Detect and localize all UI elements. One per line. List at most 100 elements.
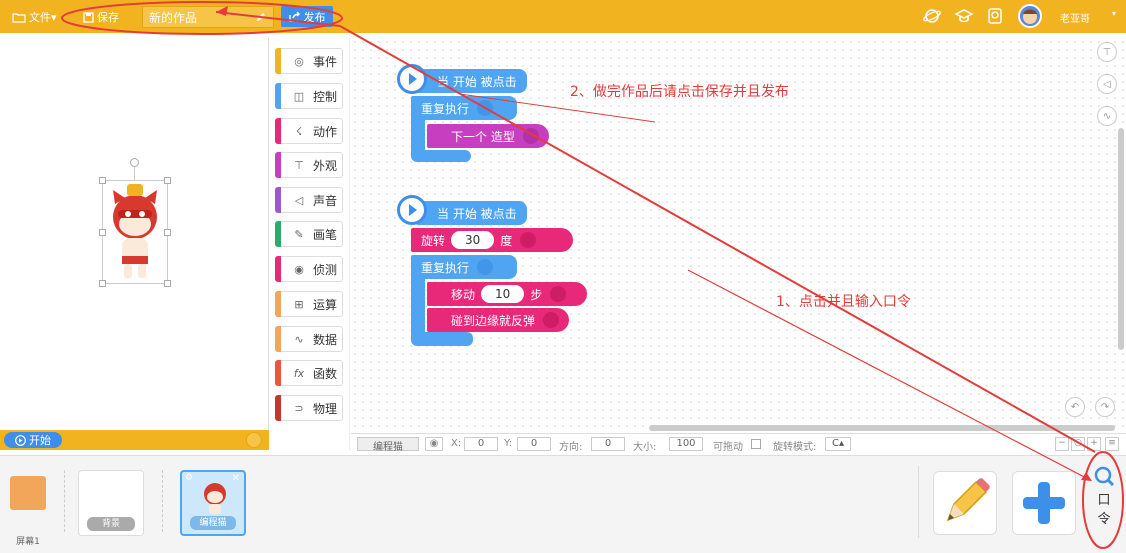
category-pen[interactable]: ✎ 画笔 xyxy=(275,221,343,247)
sprite-thumbnail-icon xyxy=(204,483,226,514)
block-label: 度 xyxy=(500,233,513,248)
next-costume-block[interactable]: 下一个 造型 xyxy=(427,124,549,148)
repeat-forever-block[interactable]: 重复执行 xyxy=(411,96,517,120)
block-label: 下一个 造型 xyxy=(451,129,515,144)
chevron-down-icon[interactable]: ▾ xyxy=(1112,9,1116,18)
draggable-label: 可拖动 xyxy=(713,442,743,453)
bounce-on-edge-block[interactable]: 碰到边缘就反弹 xyxy=(427,308,569,332)
file-menu-label: 文件▾ xyxy=(29,11,57,24)
sound-tab-icon[interactable]: ◁ xyxy=(1097,74,1117,94)
category-operators[interactable]: ⊞ 运算 xyxy=(275,291,343,317)
start-event-icon xyxy=(397,64,427,94)
sprite-delete-icon[interactable]: ✕ xyxy=(232,473,240,484)
sprite-name-field[interactable]: 编程猫 xyxy=(357,437,419,453)
draggable-checkbox[interactable] xyxy=(751,439,761,449)
annotation-save-publish: 2、做完作品后请点击保存并且发布 xyxy=(570,84,789,100)
publish-button[interactable]: 发布 xyxy=(281,6,333,27)
category-data[interactable]: ∿ 数据 xyxy=(275,326,343,352)
shirt-icon: ⊤ xyxy=(294,158,304,172)
category-control[interactable]: ◫ 控制 xyxy=(275,83,343,109)
category-label: 侦测 xyxy=(313,262,338,277)
repeat-forever-block-2[interactable]: 重复执行 xyxy=(411,255,517,279)
stage-panel[interactable] xyxy=(0,38,269,430)
turn-degrees-block[interactable]: 旋转 30 度 xyxy=(411,228,573,252)
when-start-hat-block[interactable]: 当 开始 被点击 xyxy=(411,69,527,93)
size-label: 大小: xyxy=(633,442,657,453)
category-label: 声音 xyxy=(313,193,338,208)
trophy-icon[interactable] xyxy=(985,6,1005,26)
sprite-label: 编程猫 xyxy=(190,516,236,530)
move-steps-block[interactable]: 移动 10 步 xyxy=(427,282,587,306)
category-label: 运算 xyxy=(313,297,338,312)
plus-icon xyxy=(1023,482,1065,524)
project-title-input[interactable]: 新的作品 xyxy=(142,6,274,28)
screen-tile[interactable]: 屏幕1 xyxy=(8,472,48,547)
data-tab-icon[interactable]: ∿ xyxy=(1097,106,1117,126)
graduation-cap-icon[interactable] xyxy=(954,6,974,26)
menu-icon[interactable]: ≡ xyxy=(1105,437,1119,451)
zoom-out-icon[interactable]: − xyxy=(1055,437,1069,451)
block-label: 重复执行 xyxy=(421,260,470,275)
brush-icon: ✎ xyxy=(294,227,304,241)
rotation-mode-select[interactable]: C▴ xyxy=(825,437,851,451)
background-tile[interactable]: 背景 xyxy=(78,470,144,536)
user-avatar[interactable] xyxy=(1018,4,1042,28)
radar-icon: ◉ xyxy=(294,262,304,276)
search-icon xyxy=(1094,466,1115,487)
category-physics[interactable]: ⊃ 物理 xyxy=(275,395,343,421)
sprite-properties-bar: 编程猫 ◉ X: 0 Y: 0 方向: 0 大小: 100 可拖动 旋转模式: … xyxy=(351,433,1126,453)
category-motion[interactable]: ☇ 动作 xyxy=(275,118,343,144)
toggle-icon: ◎ xyxy=(294,54,304,68)
block-label: 当 开始 被点击 xyxy=(437,206,517,221)
block-label: 移动 xyxy=(451,287,476,302)
move-steps-input[interactable]: 10 xyxy=(481,285,525,303)
save-label: 保存 xyxy=(97,11,119,24)
category-functions[interactable]: fx 函数 xyxy=(275,360,343,386)
play-icon xyxy=(15,434,26,446)
horizontal-scrollbar[interactable] xyxy=(649,425,1115,431)
planet-icon[interactable] xyxy=(922,6,942,26)
direction-label: 方向: xyxy=(559,442,583,453)
username[interactable]: 老亚哥 xyxy=(1060,10,1090,25)
save-button[interactable]: 保存 xyxy=(83,9,119,25)
code-workspace[interactable]: 当 开始 被点击 重复执行 下一个 造型 当 开始 被点击 旋转 30 度 重复执行… xyxy=(351,38,1126,433)
start-button[interactable]: 开始 xyxy=(4,432,62,448)
size-input[interactable]: 100 xyxy=(669,437,703,451)
rotate-handle[interactable] xyxy=(130,158,139,167)
undo-icon[interactable]: ↶ xyxy=(1065,397,1085,417)
x-input[interactable]: 0 xyxy=(464,437,498,451)
vertical-scrollbar[interactable] xyxy=(1118,128,1124,350)
screen-thumbnail-icon xyxy=(10,476,46,510)
paint-sprite-button[interactable] xyxy=(933,471,997,535)
gamepad-icon xyxy=(477,100,494,116)
category-events[interactable]: ◎ 事件 xyxy=(275,48,343,74)
category-sensing[interactable]: ◉ 侦测 xyxy=(275,256,343,282)
category-sound[interactable]: ◁ 声音 xyxy=(275,187,343,213)
zoom-in-icon[interactable]: + xyxy=(1087,437,1101,451)
sprite-tile[interactable]: ⚙ ✕ 编程猫 xyxy=(180,470,246,536)
y-input[interactable]: 0 xyxy=(517,437,551,451)
category-label: 动作 xyxy=(313,124,338,139)
add-sprite-button[interactable] xyxy=(1012,471,1076,535)
costume-tab-icon[interactable]: ⊤ xyxy=(1097,42,1117,62)
zoom-reset-icon[interactable]: ○ xyxy=(1071,437,1085,451)
turn-degrees-input[interactable]: 30 xyxy=(451,231,495,249)
block-label: 步 xyxy=(530,287,543,302)
file-menu[interactable]: 文件▾ xyxy=(12,9,57,25)
coding-cat-sprite[interactable] xyxy=(104,182,166,282)
sprite-settings-icon[interactable]: ⚙ xyxy=(185,473,193,483)
password-code-button[interactable]: 口 令 xyxy=(1090,465,1118,537)
direction-input[interactable]: 0 xyxy=(591,437,625,451)
redo-icon[interactable]: ↷ xyxy=(1095,397,1115,417)
x-label: X: xyxy=(451,438,462,449)
eye-icon[interactable]: ◉ xyxy=(425,437,443,451)
block-label: 碰到边缘就反弹 xyxy=(451,313,536,328)
category-looks[interactable]: ⊤ 外观 xyxy=(275,152,343,178)
annotation-input-code: 1、点击并且输入口令 xyxy=(776,294,911,310)
code-btn-text-2: 令 xyxy=(1097,512,1111,527)
start-event-icon xyxy=(397,195,427,225)
when-start-hat-block-2[interactable]: 当 开始 被点击 xyxy=(411,201,527,225)
chart-icon: ∿ xyxy=(294,332,304,346)
folder-icon xyxy=(12,12,26,23)
grid-toggle-button[interactable] xyxy=(246,432,262,448)
